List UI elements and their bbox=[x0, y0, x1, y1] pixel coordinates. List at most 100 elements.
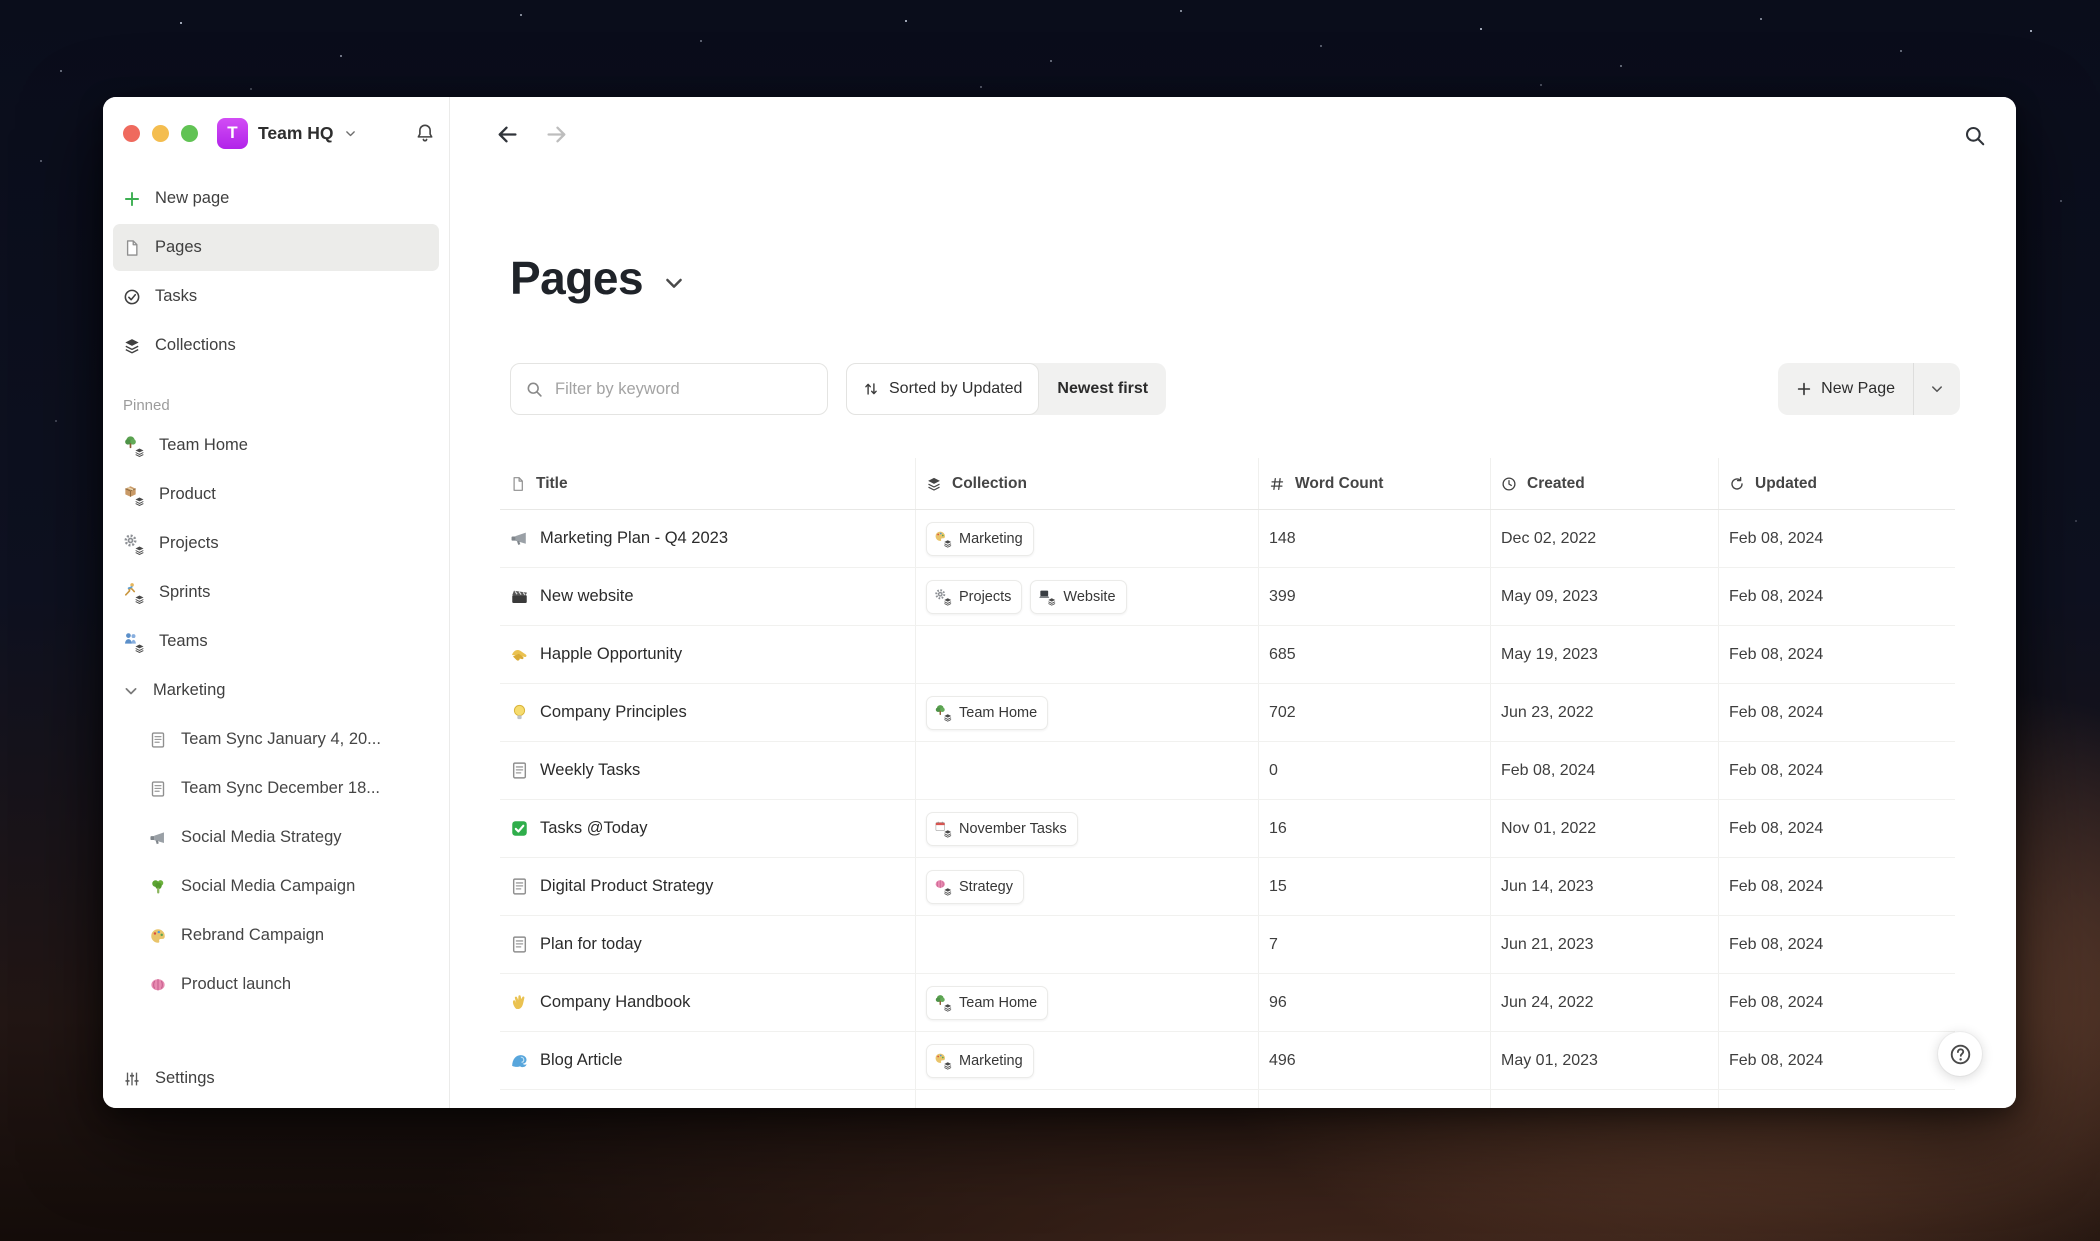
table-row[interactable]: Company Handbook Team Home 96 Jun 24, 20… bbox=[500, 974, 1955, 1032]
title-chevron-down-icon[interactable] bbox=[663, 272, 685, 294]
cell-created[interactable]: Feb 08, 2024 bbox=[1490, 742, 1718, 799]
cell-updated[interactable]: Feb 08, 2024 bbox=[1718, 626, 1955, 683]
cell-updated[interactable]: Feb 08, 2024 bbox=[1718, 858, 1955, 915]
sidebar-subitem-social-media-strategy[interactable]: Social Media Strategy bbox=[113, 814, 439, 861]
cell-created[interactable]: Jun 14, 2023 bbox=[1490, 858, 1718, 915]
collection-tag-team-home[interactable]: Team Home bbox=[926, 986, 1048, 1020]
cell-collection[interactable] bbox=[915, 1090, 1258, 1108]
sidebar-item-team-home[interactable]: Team Home bbox=[113, 422, 439, 469]
cell-collection[interactable]: Marketing bbox=[915, 510, 1258, 567]
cell-title[interactable]: New website bbox=[500, 568, 915, 625]
table-row[interactable]: Blog Article Marketing 496 May 01, 2023 … bbox=[500, 1032, 1955, 1090]
close-window-button[interactable] bbox=[123, 125, 140, 142]
cell-word-count[interactable]: 496 bbox=[1258, 1032, 1490, 1089]
cell-created[interactable]: May 09, 2023 bbox=[1490, 568, 1718, 625]
cell-collection[interactable]: Team Home bbox=[915, 684, 1258, 741]
cell-word-count[interactable]: 7 bbox=[1258, 916, 1490, 973]
cell-updated[interactable]: Feb 08, 2024 bbox=[1718, 916, 1955, 973]
filter-keyword-input[interactable] bbox=[555, 380, 827, 399]
table-row[interactable]: Marketing Plan - Q4 2023 Marketing 148 D… bbox=[500, 510, 1955, 568]
cell-updated[interactable]: Feb 08, 2024 bbox=[1718, 1032, 1955, 1089]
table-row[interactable]: Weekly Tasks 0 Feb 08, 2024 Feb 08, 2024 bbox=[500, 742, 1955, 800]
sidebar-subitem-product-launch[interactable]: Product launch bbox=[113, 961, 439, 1008]
cell-title[interactable]: Company Handbook bbox=[500, 974, 915, 1031]
new-page-button[interactable]: New Page bbox=[1778, 363, 1913, 415]
cell-title[interactable]: Marketing Plan - Q4 2023 bbox=[500, 510, 915, 567]
cell-word-count[interactable]: 148 bbox=[1258, 510, 1490, 567]
collection-tag-team-home[interactable]: Team Home bbox=[926, 696, 1048, 730]
help-button[interactable] bbox=[1938, 1032, 1982, 1076]
new-page-dropdown-button[interactable] bbox=[1914, 363, 1960, 415]
cell-word-count[interactable]: 0 bbox=[1258, 742, 1490, 799]
sidebar-item-pages[interactable]: Pages bbox=[113, 224, 439, 271]
cell-word-count[interactable]: 15 bbox=[1258, 858, 1490, 915]
column-header-title[interactable]: Title bbox=[500, 458, 915, 509]
cell-updated[interactable]: Feb 08, 2024 bbox=[1718, 742, 1955, 799]
table-row[interactable]: Happle Opportunity 685 May 19, 2023 Feb … bbox=[500, 626, 1955, 684]
table-row[interactable]: Plan for today 7 Jun 21, 2023 Feb 08, 20… bbox=[500, 916, 1955, 974]
cell-created[interactable]: May 01, 2023 bbox=[1490, 1032, 1718, 1089]
cell-updated[interactable]: Feb 08, 2024 bbox=[1718, 510, 1955, 567]
column-header-updated[interactable]: Updated bbox=[1718, 458, 1955, 509]
forward-arrow-icon[interactable] bbox=[545, 123, 568, 146]
cell-collection[interactable]: Team Home bbox=[915, 974, 1258, 1031]
cell-created[interactable]: Feb 07, 2024 bbox=[1490, 1090, 1718, 1108]
cell-created[interactable]: Jun 24, 2022 bbox=[1490, 974, 1718, 1031]
collection-tag-marketing[interactable]: Marketing bbox=[926, 1044, 1034, 1078]
search-icon[interactable] bbox=[1964, 125, 1986, 147]
cell-word-count[interactable]: 685 bbox=[1258, 626, 1490, 683]
table-row[interactable]: Tasks @Today November Tasks 16 Nov 01, 2… bbox=[500, 800, 1955, 858]
collection-tag-website[interactable]: Website bbox=[1030, 580, 1126, 614]
cell-title[interactable]: Digital Product Strategy bbox=[500, 858, 915, 915]
table-row[interactable]: Untitled 4 Feb 07, 2024 Feb 07, 2024 bbox=[500, 1090, 1955, 1108]
back-arrow-icon[interactable] bbox=[496, 123, 519, 146]
cell-collection[interactable] bbox=[915, 742, 1258, 799]
sort-by-button[interactable]: Sorted by Updated bbox=[846, 363, 1039, 415]
sidebar-item-tasks[interactable]: Tasks bbox=[113, 273, 439, 320]
sidebar-subitem-rebrand-campaign[interactable]: Rebrand Campaign bbox=[113, 912, 439, 959]
cell-collection[interactable]: November Tasks bbox=[915, 800, 1258, 857]
sidebar-subitem-team-sync-january-4-20[interactable]: Team Sync January 4, 20... bbox=[113, 716, 439, 763]
sidebar-item-product[interactable]: Product bbox=[113, 471, 439, 518]
cell-created[interactable]: May 19, 2023 bbox=[1490, 626, 1718, 683]
cell-title[interactable]: Blog Article bbox=[500, 1032, 915, 1089]
cell-collection[interactable]: Projects Website bbox=[915, 568, 1258, 625]
notifications-bell-icon[interactable] bbox=[415, 123, 435, 143]
table-row[interactable]: Digital Product Strategy Strategy 15 Jun… bbox=[500, 858, 1955, 916]
collection-tag-strategy[interactable]: Strategy bbox=[926, 870, 1024, 904]
sidebar-item-collections[interactable]: Collections bbox=[113, 322, 439, 369]
column-header-word-count[interactable]: Word Count bbox=[1258, 458, 1490, 509]
collection-tag-marketing[interactable]: Marketing bbox=[926, 522, 1034, 556]
cell-title[interactable]: Weekly Tasks bbox=[500, 742, 915, 799]
cell-created[interactable]: Jun 23, 2022 bbox=[1490, 684, 1718, 741]
zoom-window-button[interactable] bbox=[181, 125, 198, 142]
cell-created[interactable]: Nov 01, 2022 bbox=[1490, 800, 1718, 857]
sidebar-subitem-social-media-campaign[interactable]: Social Media Campaign bbox=[113, 863, 439, 910]
cell-word-count[interactable]: 16 bbox=[1258, 800, 1490, 857]
cell-title[interactable]: Company Principles bbox=[500, 684, 915, 741]
cell-word-count[interactable]: 96 bbox=[1258, 974, 1490, 1031]
cell-collection[interactable] bbox=[915, 626, 1258, 683]
cell-word-count[interactable]: 4 bbox=[1258, 1090, 1490, 1108]
cell-word-count[interactable]: 399 bbox=[1258, 568, 1490, 625]
sidebar-item-projects[interactable]: Projects bbox=[113, 520, 439, 567]
cell-collection[interactable]: Marketing bbox=[915, 1032, 1258, 1089]
sidebar-subitem-team-sync-december-18[interactable]: Team Sync December 18... bbox=[113, 765, 439, 812]
sidebar-item-new-page[interactable]: New page bbox=[113, 175, 439, 222]
cell-collection[interactable]: Strategy bbox=[915, 858, 1258, 915]
minimize-window-button[interactable] bbox=[152, 125, 169, 142]
cell-updated[interactable]: Feb 08, 2024 bbox=[1718, 568, 1955, 625]
cell-title[interactable]: Tasks @Today bbox=[500, 800, 915, 857]
sidebar-item-sprints[interactable]: Sprints bbox=[113, 569, 439, 616]
cell-title[interactable]: Happle Opportunity bbox=[500, 626, 915, 683]
cell-updated[interactable]: Feb 07, 2024 bbox=[1718, 1090, 1955, 1108]
cell-created[interactable]: Dec 02, 2022 bbox=[1490, 510, 1718, 567]
cell-collection[interactable] bbox=[915, 916, 1258, 973]
collection-tag-november-tasks[interactable]: November Tasks bbox=[926, 812, 1078, 846]
column-header-collection[interactable]: Collection bbox=[915, 458, 1258, 509]
cell-word-count[interactable]: 702 bbox=[1258, 684, 1490, 741]
cell-updated[interactable]: Feb 08, 2024 bbox=[1718, 974, 1955, 1031]
table-row[interactable]: Company Principles Team Home 702 Jun 23,… bbox=[500, 684, 1955, 742]
sidebar-item-marketing[interactable]: Marketing bbox=[113, 667, 439, 714]
sidebar-item-teams[interactable]: Teams bbox=[113, 618, 439, 665]
